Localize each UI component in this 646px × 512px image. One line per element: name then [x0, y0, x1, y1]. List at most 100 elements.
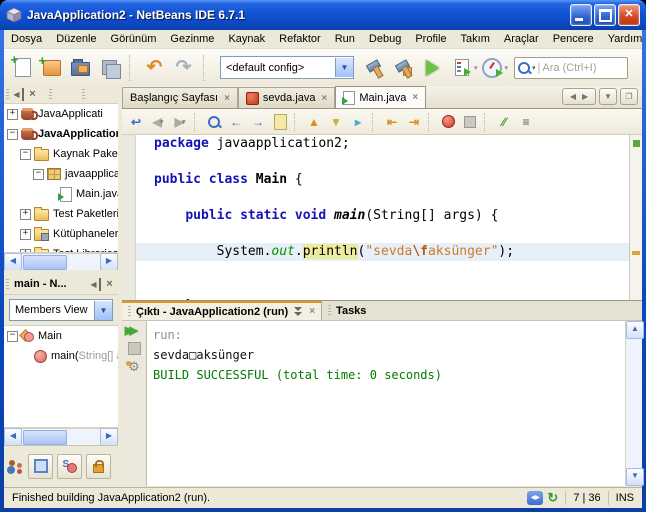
- inherited-members-icon[interactable]: [8, 459, 24, 473]
- project-item-kaynak-paketleri[interactable]: − Kaynak Paketleri: [4, 144, 118, 164]
- scroll-down-icon[interactable]: ▼: [626, 468, 644, 486]
- profile-button[interactable]: [478, 53, 507, 83]
- code-area[interactable]: package javaapplication2; public class Ma…: [154, 135, 515, 300]
- menu-item-araçlar[interactable]: Araçlar: [497, 30, 546, 48]
- minus-expander-icon[interactable]: −: [33, 168, 44, 180]
- tab-list-dropdown[interactable]: ▼: [599, 88, 617, 105]
- project-item-javaapplication2[interactable]: − JavaApplication2: [4, 124, 118, 144]
- minimize-button[interactable]: [570, 4, 592, 26]
- scroll-left-icon[interactable]: ◀: [4, 253, 22, 271]
- run-button[interactable]: [418, 53, 447, 83]
- plus-expander-icon[interactable]: +: [20, 248, 31, 252]
- navigator-hscrollbar[interactable]: ◀ ▶: [4, 428, 118, 446]
- projects-hscrollbar[interactable]: ◀ ▶: [4, 253, 118, 271]
- editor-tab-başlangıç-sayfası[interactable]: Başlangıç Sayfası ×: [122, 87, 238, 108]
- scroll-up-icon[interactable]: ▲: [626, 321, 644, 339]
- projects-panel-header[interactable]: [4, 86, 118, 104]
- minimize-panel-icon[interactable]: [88, 277, 101, 291]
- menu-item-düzenle[interactable]: Düzenle: [49, 30, 103, 48]
- chevron-down-icon[interactable]: ▼: [94, 300, 112, 320]
- shift-right-button[interactable]: ⇥: [404, 112, 424, 132]
- menu-item-profile[interactable]: Profile: [408, 30, 453, 48]
- undo-button[interactable]: ↶: [140, 53, 169, 83]
- scroll-track[interactable]: [22, 429, 100, 445]
- save-all-button[interactable]: [95, 53, 124, 83]
- close-tab-icon[interactable]: ×: [322, 93, 328, 104]
- previous-bookmark-button[interactable]: ▲: [304, 112, 324, 132]
- record-macro-button[interactable]: [438, 112, 458, 132]
- plus-expander-icon[interactable]: +: [7, 108, 18, 120]
- toggle-highlight-button[interactable]: [270, 112, 290, 132]
- new-file-button[interactable]: [8, 52, 37, 83]
- menu-item-pencere[interactable]: Pencere: [546, 30, 601, 48]
- uncomment-button[interactable]: ≡: [516, 112, 536, 132]
- build-button[interactable]: [360, 53, 389, 83]
- search-input[interactable]: [542, 61, 605, 74]
- forward-button[interactable]: ▶ ▾: [170, 112, 190, 132]
- toggle-bookmark-button[interactable]: ▸: [348, 112, 368, 132]
- output-text-area[interactable]: run: sevda□aksünger BUILD SUCCESSFUL (tota…: [147, 321, 625, 486]
- close-icon[interactable]: ×: [309, 306, 315, 317]
- scroll-right-icon[interactable]: ▶: [100, 253, 118, 271]
- stop-build-icon[interactable]: [127, 342, 141, 355]
- show-static-members-button[interactable]: S: [57, 453, 82, 479]
- scroll-right-icon[interactable]: ▶: [100, 428, 118, 446]
- scanning-refresh-icon[interactable]: ↻: [547, 490, 558, 506]
- project-item-javaapplication2[interactable]: − javaapplication2: [4, 164, 118, 184]
- menu-item-yardım[interactable]: Yardım: [601, 30, 646, 48]
- clean-build-button[interactable]: [389, 53, 418, 83]
- tasks-tab[interactable]: Tasks: [322, 301, 372, 320]
- debug-button[interactable]: [447, 53, 476, 83]
- shift-left-button[interactable]: ⇤: [382, 112, 402, 132]
- editor-tab-sevda-java[interactable]: sevda.java ×: [237, 87, 336, 108]
- navigator-item-main[interactable]: main(String[] args): [4, 346, 118, 366]
- open-project-button[interactable]: [66, 53, 95, 83]
- projects-tree[interactable]: +JavaApplicati−JavaApplication2−Kaynak P…: [4, 104, 118, 253]
- project-item-main-java[interactable]: Main.java: [4, 184, 118, 204]
- config-combobox[interactable]: <default config> ▼: [220, 56, 354, 79]
- last-edit-button[interactable]: ↩: [126, 112, 146, 132]
- quick-search-box[interactable]: ▾ |: [514, 56, 629, 79]
- close-tab-icon[interactable]: ×: [412, 92, 418, 103]
- project-item-kütüphaneler[interactable]: + Kütüphaneler: [4, 224, 118, 244]
- scroll-track[interactable]: [22, 254, 100, 270]
- scroll-thumb[interactable]: [23, 430, 67, 445]
- navigator-tree[interactable]: − Main main(String[] args): [4, 325, 118, 428]
- search-dropdown-arrow[interactable]: ▾: [532, 64, 536, 72]
- scroll-tabs-left-icon[interactable]: ◀: [570, 92, 576, 101]
- minus-expander-icon[interactable]: −: [7, 128, 18, 140]
- maximize-button[interactable]: [594, 4, 616, 26]
- next-bookmark-button[interactable]: ▼: [326, 112, 346, 132]
- project-item-javaapplicati[interactable]: + JavaApplicati: [4, 104, 118, 124]
- show-fields-button[interactable]: [28, 453, 53, 479]
- menu-item-gezinme[interactable]: Gezinme: [163, 30, 221, 48]
- stop-macro-button[interactable]: [460, 112, 480, 132]
- memory-toggle-icon[interactable]: ◀▶: [527, 491, 544, 505]
- scroll-tabs-right-icon[interactable]: ▶: [582, 92, 588, 101]
- menu-item-debug[interactable]: Debug: [362, 30, 408, 48]
- plus-expander-icon[interactable]: +: [20, 228, 31, 240]
- titlebar[interactable]: JavaApplication2 - NetBeans IDE 6.7.1: [0, 0, 646, 30]
- minimize-panel-icon[interactable]: [11, 88, 24, 101]
- navigator-item-main[interactable]: − Main: [4, 326, 118, 346]
- plus-expander-icon[interactable]: +: [20, 208, 31, 220]
- menu-item-dosya[interactable]: Dosya: [4, 30, 49, 48]
- show-non-public-button[interactable]: [86, 453, 111, 479]
- minus-expander-icon[interactable]: −: [20, 148, 31, 160]
- close-tab-icon[interactable]: ×: [224, 93, 230, 104]
- menu-item-kaynak[interactable]: Kaynak: [221, 30, 272, 48]
- editor-tab-main-java[interactable]: Main.java ×: [335, 86, 427, 108]
- error-stripe[interactable]: [629, 135, 642, 300]
- close-panel-icon[interactable]: [26, 88, 39, 101]
- project-item-test-libraries[interactable]: + Test Libraries: [4, 244, 118, 252]
- output-tab[interactable]: Çıktı - JavaApplication2 (run) ×: [122, 301, 323, 320]
- close-panel-icon[interactable]: [103, 278, 116, 291]
- minus-expander-icon[interactable]: −: [7, 330, 18, 342]
- find-next-button[interactable]: →: [248, 112, 268, 132]
- output-vscrollbar[interactable]: ▲ ▼: [625, 321, 644, 486]
- scroll-thumb[interactable]: [23, 255, 67, 270]
- code-editor[interactable]: package javaapplication2; public class Ma…: [122, 135, 642, 301]
- menu-item-run[interactable]: Run: [328, 30, 362, 48]
- maximize-window-button[interactable]: ❒: [620, 88, 638, 105]
- rerun-icon[interactable]: ▶▶: [125, 324, 143, 337]
